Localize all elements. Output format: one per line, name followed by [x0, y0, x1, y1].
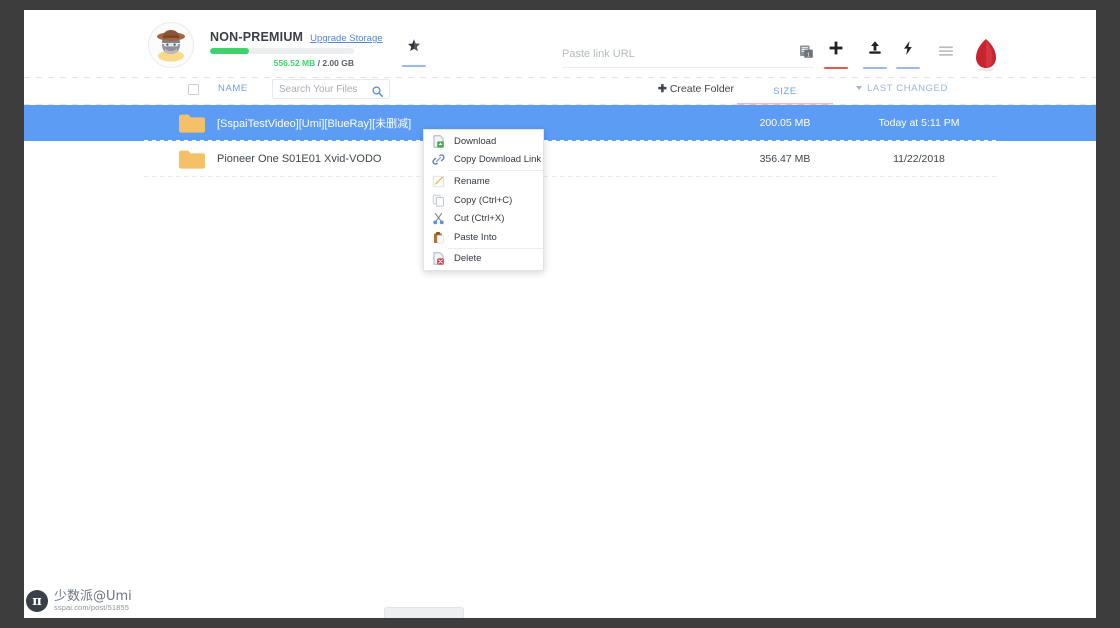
file-size: 200.05 MB: [759, 117, 811, 129]
column-header-last-changed[interactable]: LAST CHANGED: [856, 83, 948, 94]
context-menu-separator: [448, 247, 543, 249]
file-table-header: NAME ✚Create Folder SIZE LAST CHANGED: [24, 78, 1096, 105]
context-menu-label: Cut (Ctrl+X): [454, 213, 505, 225]
scissors-icon: [432, 212, 445, 225]
watermark: π 少数派@Umi sspai.com/post/51855: [26, 590, 132, 612]
watermark-author: 少数派@Umi: [54, 589, 132, 605]
menu-button[interactable]: [932, 44, 960, 62]
column-header-size[interactable]: SIZE: [737, 78, 833, 105]
storage-separator: /: [317, 58, 320, 68]
watermark-url: sspai.com/post/51855: [54, 602, 129, 612]
app-header: NON-PREMIUM Upgrade Storage 556.52 MB / …: [24, 10, 1096, 78]
file-name: Pioneer One S01E01 Xvid-VODO: [217, 153, 382, 165]
hamburger-menu-icon: [938, 44, 954, 62]
folder-icon: [179, 114, 205, 133]
app-window: NON-PREMIUM Upgrade Storage 556.52 MB / …: [24, 10, 1096, 618]
svg-text:1: 1: [807, 52, 810, 58]
context-menu-label: Paste Into: [454, 231, 497, 243]
context-menu-label: Download: [454, 135, 497, 147]
select-all-checkbox[interactable]: [188, 84, 199, 95]
storage-progress-fill: [210, 48, 249, 54]
file-list: [SspaiTestVideo][Umi][BlueRay][未删减] 200.…: [24, 105, 1096, 177]
bottom-panel-handle[interactable]: [384, 607, 464, 618]
storage-progress-bar: [210, 48, 354, 54]
favorites-active-underline: [402, 65, 426, 67]
context-menu-item-rename[interactable]: Rename: [424, 172, 543, 191]
context-menu-item-copy-download-link[interactable]: Copy Download Link: [424, 151, 543, 170]
table-row[interactable]: [SspaiTestVideo][Umi][BlueRay][未删减] 200.…: [24, 105, 1096, 141]
download-icon: [432, 135, 445, 148]
upload-button[interactable]: [861, 40, 889, 69]
sspai-pi-logo-icon: π: [26, 590, 48, 612]
context-menu-label: Rename: [454, 175, 490, 187]
file-name: [SspaiTestVideo][Umi][BlueRay][未删减]: [217, 118, 412, 130]
row-divider: [144, 176, 1000, 177]
context-menu-label: Delete: [454, 253, 482, 265]
link-chain-icon: [432, 153, 445, 166]
upload-active-underline: [863, 67, 887, 69]
storage-summary: NON-PREMIUM Upgrade Storage 556.52 MB / …: [210, 30, 383, 68]
context-menu-label: Copy (Ctrl+C): [454, 194, 513, 206]
star-icon: [406, 38, 422, 59]
storage-total-value: 2.00 GB: [322, 58, 354, 68]
context-menu-item-download[interactable]: Download: [424, 132, 543, 151]
table-row[interactable]: Pioneer One S01E01 Xvid-VODO 356.47 MB 1…: [24, 141, 1096, 177]
quick-action-active-underline: [896, 67, 920, 69]
context-menu-item-paste-into[interactable]: Paste Into: [424, 228, 543, 247]
delete-icon: [432, 252, 445, 265]
column-header-name[interactable]: NAME: [218, 83, 248, 94]
link-url-input[interactable]: [562, 43, 784, 65]
red-leaf-logo[interactable]: [972, 38, 1000, 72]
avatar[interactable]: [148, 22, 194, 68]
context-menu-item-copy[interactable]: Copy (Ctrl+C): [424, 191, 543, 210]
context-menu-item-delete[interactable]: Delete: [424, 250, 543, 269]
context-menu: Download Copy Download Link Rename Copy …: [423, 129, 544, 272]
file-last-changed: 11/22/2018: [893, 153, 945, 165]
context-menu-separator: [448, 170, 543, 172]
column-header-size-label: SIZE: [773, 86, 797, 97]
upgrade-storage-link[interactable]: Upgrade Storage: [310, 33, 382, 44]
favorites-button[interactable]: [396, 38, 432, 67]
search-input[interactable]: [279, 80, 365, 98]
pencil-icon: [432, 175, 445, 188]
empty-file-area: [24, 213, 1096, 618]
paste-link-bar: 1: [562, 43, 814, 68]
desktop-frame: NON-PREMIUM Upgrade Storage 556.52 MB / …: [0, 0, 1120, 628]
file-size: 356.47 MB: [759, 153, 811, 165]
create-folder-label: Create Folder: [669, 83, 735, 95]
folder-icon: [179, 150, 205, 169]
search-icon[interactable]: [372, 84, 383, 102]
create-folder-button[interactable]: ✚ Create Folder: [658, 83, 734, 95]
paste-into-icon: [432, 231, 445, 244]
context-menu-item-cut[interactable]: Cut (Ctrl+X): [424, 209, 543, 228]
storage-usage-text: 556.52 MB / 2.00 GB: [210, 58, 354, 68]
search-files-box: [272, 79, 390, 99]
link-bar-underline: [562, 67, 814, 68]
copy-pages-icon: [432, 194, 445, 207]
quick-action-button[interactable]: [894, 40, 922, 69]
chevron-down-icon: [856, 86, 862, 91]
create-folder-plus-icon: ✚: [658, 83, 667, 95]
paste-clipboard-icon[interactable]: 1: [799, 44, 814, 64]
context-menu-label: Copy Download Link: [454, 154, 542, 166]
add-button[interactable]: [822, 40, 850, 69]
file-last-changed: Today at 5:11 PM: [878, 117, 960, 129]
plus-icon: [828, 40, 844, 61]
plan-name: NON-PREMIUM: [210, 30, 304, 44]
storage-used-value: 556.52 MB: [273, 58, 316, 68]
column-header-last-changed-label: LAST CHANGED: [867, 83, 948, 94]
lightning-bolt-icon: [900, 40, 916, 61]
upload-icon: [867, 40, 883, 61]
add-active-underline: [824, 67, 848, 69]
